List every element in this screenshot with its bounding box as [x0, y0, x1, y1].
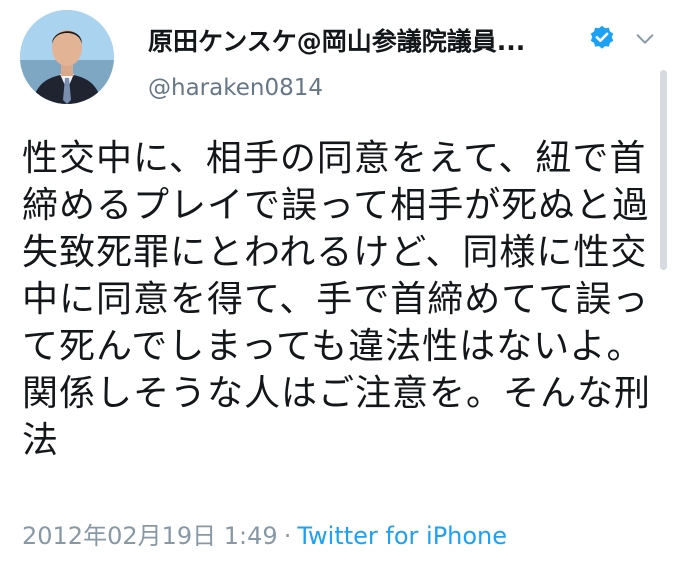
avatar[interactable]	[20, 10, 114, 104]
separator-dot: ·	[283, 522, 292, 550]
user-handle[interactable]: @haraken0814	[148, 75, 323, 101]
scrollbar[interactable]	[660, 70, 667, 270]
tweet-card: 原田ケンスケ@岡山参議院議員... @haraken0814 性交中に、相手の同…	[0, 0, 680, 574]
tweet-text: 性交中に、相手の同意をえて、紐で首締めるプレイで誤って相手が死ぬと過失致死罪にと…	[22, 138, 652, 461]
tweet-meta: 2012年02月19日 1:49 · Twitter for iPhone	[22, 516, 507, 551]
avatar-photo	[20, 10, 114, 104]
verified-badge-icon	[590, 25, 614, 49]
chevron-down-icon[interactable]	[634, 28, 656, 50]
timestamp[interactable]: 2012年02月19日 1:49	[22, 522, 278, 550]
display-name[interactable]: 原田ケンスケ@岡山参議院議員...	[148, 22, 525, 58]
source-link[interactable]: Twitter for iPhone	[297, 522, 507, 550]
